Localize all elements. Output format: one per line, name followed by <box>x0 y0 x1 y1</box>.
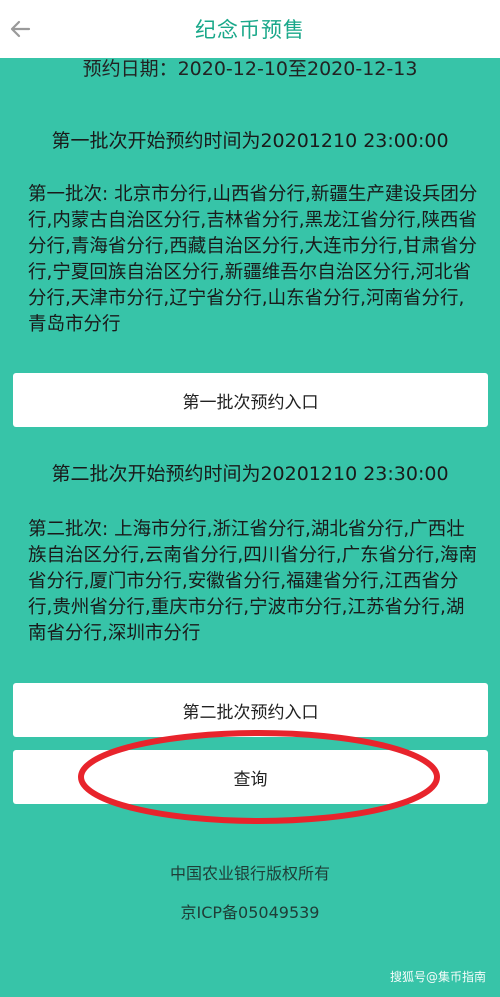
copyright-text: 中国农业银行版权所有 <box>169 864 330 883</box>
icp-text: 京ICP备05049539 <box>180 903 320 922</box>
batch2-branches: 第二批次: 上海市分行,浙江省分行,湖北省分行,广西壮族自治区分行,云南省分行,… <box>28 519 478 644</box>
batch1-reserve-button[interactable]: 第一批次预约入口 <box>13 373 488 427</box>
batch2-heading: 第二批次开始预约时间为20201210 23:30:00 <box>51 463 449 485</box>
query-button[interactable]: 查询 <box>13 750 488 804</box>
batch1-heading: 第一批次开始预约时间为20201210 23:00:00 <box>51 130 449 152</box>
watermark: 搜狐号@集币指南 <box>389 970 486 984</box>
batch2-reserve-button[interactable]: 第二批次预约入口 <box>13 683 488 737</box>
batch1-branches: 第一批次: 北京市分行,山西省分行,新疆生产建设兵团分行,内蒙古自治区分行,吉林… <box>28 184 478 335</box>
page-title: 纪念币预售 <box>195 18 305 42</box>
app-header: 纪念币预售 <box>0 0 500 58</box>
arrow-left-icon[interactable] <box>8 17 32 41</box>
reservation-date: 预约日期：2020-12-10至2020-12-13 <box>82 58 418 80</box>
